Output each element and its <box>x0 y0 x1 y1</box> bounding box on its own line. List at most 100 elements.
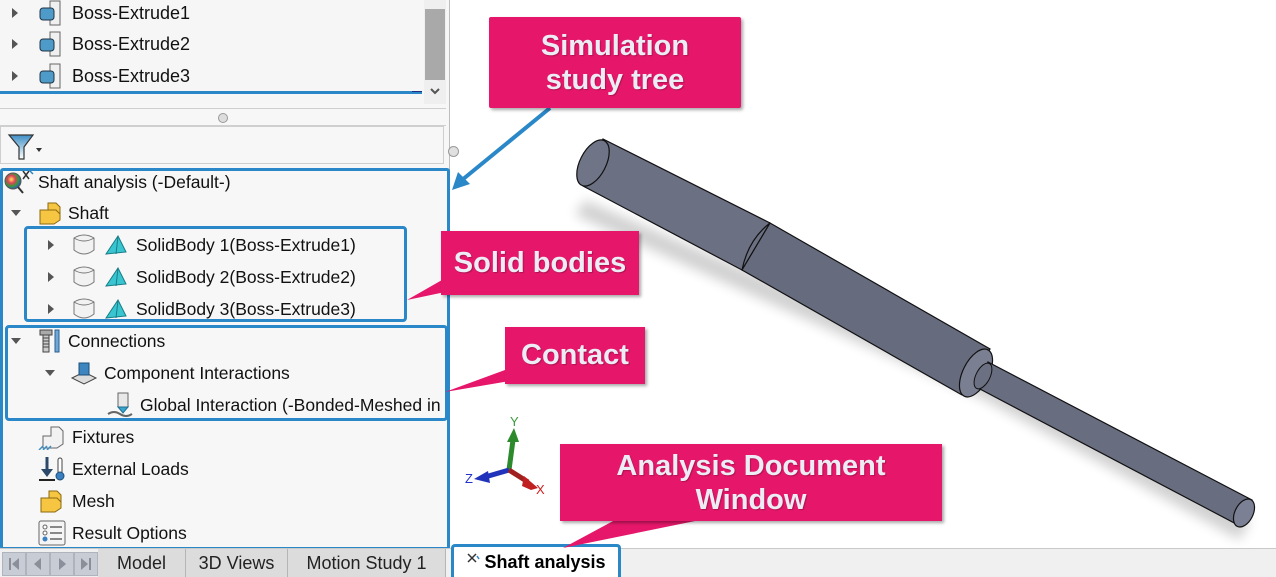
tab-motion-study-1[interactable]: Motion Study 1 <box>288 549 446 577</box>
small-shaft-start <box>973 362 993 390</box>
callout-text: Solid bodies <box>453 246 627 279</box>
panel-splitter[interactable] <box>0 108 446 126</box>
tree-item-mesh[interactable]: Mesh <box>36 486 115 516</box>
tree-item-component-interactions[interactable]: Component Interactions <box>44 358 290 388</box>
tree-item-global-interaction[interactable]: Global Interaction (-Bonded-Meshed in <box>106 390 441 420</box>
tree-item-solid-body-2[interactable]: SolidBody 2(Boss-Extrude2) <box>46 262 356 292</box>
filter-icon[interactable] <box>7 132 43 162</box>
scrollbar-thumb[interactable] <box>425 9 445 80</box>
feature-manager-tree: Boss-Extrude1 Boss-Extrude2 Boss-Extrude… <box>0 0 446 104</box>
callout-solid-bodies: Solid bodies <box>441 231 639 295</box>
solid-body-label: SolidBody 3(Boss-Extrude3) <box>136 298 356 319</box>
solid-body-icon <box>73 266 95 287</box>
body-seam-1 <box>741 222 771 271</box>
first-icon <box>9 558 19 570</box>
callout-text: Simulation <box>540 29 690 62</box>
first-tab-button[interactable] <box>2 552 26 576</box>
callout-text: Contact <box>521 339 629 371</box>
last-icon <box>81 558 91 570</box>
x-axis-label: X <box>536 482 545 497</box>
tab-label: Model <box>116 553 167 573</box>
solid-body-label: SolidBody 1(Boss-Extrude1) <box>136 234 356 255</box>
mesh-label: Mesh <box>72 490 115 511</box>
tab-label: Motion Study 1 <box>306 553 427 573</box>
callout-analysis-document-window: Analysis Document Window <box>560 444 942 521</box>
contact-pointer <box>445 370 510 392</box>
component-interactions-label: Component Interactions <box>104 362 290 383</box>
tree-item-boss-extrude2[interactable]: Boss-Extrude2 <box>0 29 190 59</box>
collapse-arrow-icon[interactable] <box>10 208 22 218</box>
solid-body-icon <box>73 234 95 255</box>
scroll-down-icon[interactable] <box>429 85 441 97</box>
part-icon <box>39 202 61 225</box>
connections-label: Connections <box>68 330 166 351</box>
material-icon <box>104 299 127 319</box>
callout-contact: Contact <box>505 327 645 384</box>
tree-item-external-loads[interactable]: External Loads <box>36 454 189 484</box>
last-tab-button[interactable] <box>74 552 98 576</box>
tree-item-label: Boss-Extrude3 <box>72 65 191 86</box>
shaft-body-3[interactable] <box>977 361 1253 527</box>
simulation-study-tab-icon <box>467 552 481 563</box>
next-icon <box>59 558 66 570</box>
result-options-icon <box>38 520 66 546</box>
external-loads-label: External Loads <box>72 458 189 479</box>
tree-item-study-root[interactable]: Shaft analysis (-Default-) <box>2 167 231 197</box>
tree-item-boss-extrude1[interactable]: Boss-Extrude1 <box>0 0 190 28</box>
selection-line <box>0 91 422 94</box>
simulation-study-icon <box>4 170 34 194</box>
document-tab-bar: Model 3D Views Motion Study 1 Shaft anal… <box>0 544 1276 577</box>
collapse-arrow-icon[interactable] <box>44 368 56 378</box>
solid-body-label: SolidBody 2(Boss-Extrude2) <box>136 266 356 287</box>
mesh-icon <box>40 490 62 513</box>
tree-item-boss-extrude3[interactable]: Boss-Extrude3 <box>0 61 190 91</box>
selection-line-end <box>412 91 422 92</box>
simulation-tree-pointer <box>460 106 552 182</box>
tree-item-part-shaft[interactable]: Shaft <box>10 198 109 228</box>
expand-arrow-icon[interactable] <box>10 7 20 19</box>
pointer-arrowhead <box>452 172 470 190</box>
z-axis <box>484 467 510 480</box>
callout-text: Window <box>695 483 807 516</box>
connections-icon <box>39 329 60 353</box>
feature-tree-scrollbar[interactable] <box>424 0 446 104</box>
study-root-label: Shaft analysis (-Default-) <box>38 171 231 192</box>
z-axis-label: Z <box>465 471 473 486</box>
expand-arrow-icon[interactable] <box>46 271 56 283</box>
y-axis-label: Y <box>510 414 519 429</box>
expand-arrow-icon[interactable] <box>46 239 56 251</box>
boss-extrude-icon <box>39 63 61 89</box>
tree-item-connections[interactable]: Connections <box>10 326 165 356</box>
solid-body-icon <box>73 298 95 319</box>
expand-arrow-icon[interactable] <box>10 38 20 50</box>
shaft-end-face-left <box>576 139 610 187</box>
splitter-handle[interactable] <box>218 113 228 123</box>
tab-shaft-analysis[interactable]: Shaft analysis <box>451 544 621 577</box>
shaft-body-2[interactable] <box>741 222 991 396</box>
global-interaction-icon <box>107 392 133 417</box>
prev-tab-button[interactable] <box>26 552 50 576</box>
next-tab-button[interactable] <box>50 552 74 576</box>
side-splitter-handle[interactable] <box>448 146 459 157</box>
tree-item-solid-body-1[interactable]: SolidBody 1(Boss-Extrude1) <box>46 230 356 260</box>
y-axis <box>506 439 516 471</box>
z-arrowhead <box>474 471 490 483</box>
tab-model[interactable]: Model <box>98 549 186 577</box>
tree-item-fixtures[interactable]: Fixtures <box>36 422 134 452</box>
x-arrowhead <box>522 476 538 490</box>
fixtures-icon <box>38 426 64 450</box>
collapse-arrow-icon[interactable] <box>10 336 22 346</box>
callout-text: study tree <box>545 63 685 96</box>
callout-simulation-study-tree: Simulation study tree <box>489 17 741 108</box>
material-icon <box>104 267 127 287</box>
y-arrowhead <box>507 428 519 442</box>
expand-arrow-icon[interactable] <box>10 70 20 82</box>
tree-item-solid-body-3[interactable]: SolidBody 3(Boss-Extrude3) <box>46 294 356 324</box>
fixtures-label: Fixtures <box>72 426 135 447</box>
tree-item-result-options[interactable]: Result Options <box>36 518 187 548</box>
tree-item-label: Boss-Extrude2 <box>72 33 191 54</box>
tab-3d-views[interactable]: 3D Views <box>186 549 288 577</box>
part-label: Shaft <box>68 202 109 223</box>
x-axis <box>507 467 530 485</box>
expand-arrow-icon[interactable] <box>46 303 56 315</box>
